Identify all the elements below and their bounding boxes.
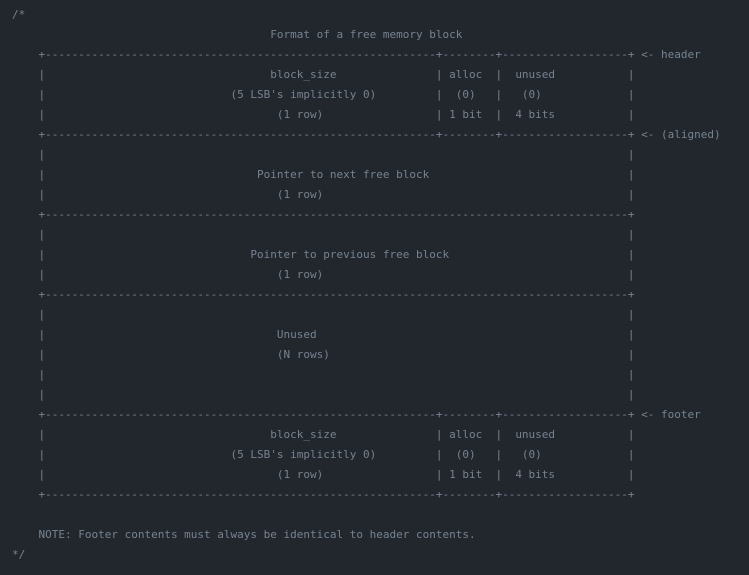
footer-row-defaults: | (5 LSB's implicitly 0) | (0) | (0) | [12,448,635,461]
footer-row-field-names: | block_size | alloc | unused | [12,428,635,441]
aligned-border: +---------------------------------------… [12,128,721,141]
diagram-title: Format of a free memory block [12,28,463,41]
code-comment-block: /* Format of a free memory block +------… [0,0,749,575]
note-line: NOTE: Footer contents must always be ide… [12,528,476,541]
unused-label: | Unused | [12,328,635,341]
next-pointer-bottom-border: +---------------------------------------… [12,208,635,221]
unused-size: | (N rows) | [12,348,635,361]
unused-blank-row: | | [12,368,635,381]
footer-bottom-border: +---------------------------------------… [12,488,635,501]
comment-open: /* [12,8,26,21]
prev-pointer-label: | Pointer to previous free block | [12,248,635,261]
header-row-sizes: | (1 row) | 1 bit | 4 bits | [12,108,635,121]
footer-top-border: +---------------------------------------… [12,408,701,421]
next-pointer-label: | Pointer to next free block | [12,168,635,181]
next-pointer-blank-row: | | [12,148,635,161]
header-row-defaults: | (5 LSB's implicitly 0) | (0) | (0) | [12,88,635,101]
header-row-field-names: | block_size | alloc | unused | [12,68,635,81]
unused-blank-row: | | [12,388,635,401]
footer-row-sizes: | (1 row) | 1 bit | 4 bits | [12,468,635,481]
comment-close: */ [12,548,26,561]
unused-blank-row: | | [12,308,635,321]
next-pointer-size: | (1 row) | [12,188,635,201]
prev-pointer-bottom-border: +---------------------------------------… [12,288,635,301]
prev-pointer-size: | (1 row) | [12,268,635,281]
prev-pointer-blank-row: | | [12,228,635,241]
header-top-border: +---------------------------------------… [12,48,701,61]
